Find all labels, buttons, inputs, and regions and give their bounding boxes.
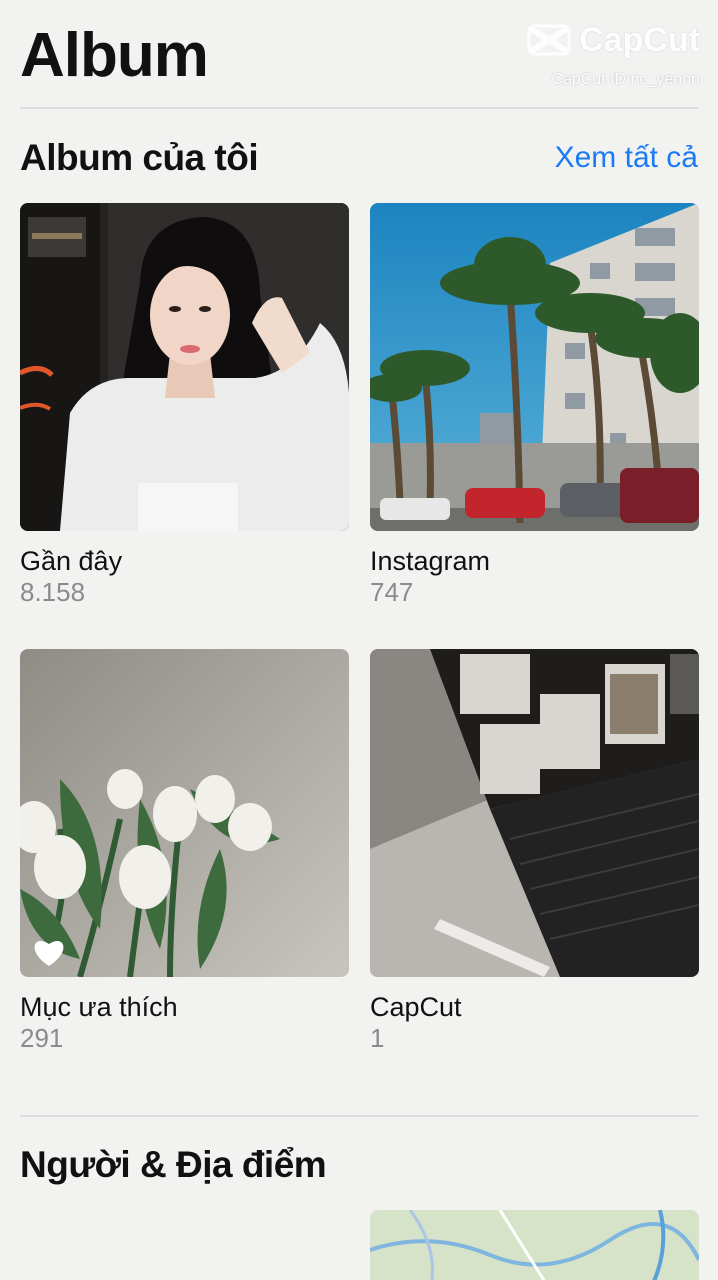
album-name: Mục ưa thích: [20, 992, 178, 1022]
album-thumbnail-capcut[interactable]: [370, 649, 699, 977]
people-places-title: Người & Địa điểm: [20, 1144, 327, 1185]
watermark-logo-row: CapCut: [510, 20, 700, 60]
album-thumbnail-favorites[interactable]: [20, 649, 349, 977]
album-count: 8.158: [20, 577, 86, 607]
album-tile-instagram[interactable]: Instagram 747: [370, 203, 699, 607]
page-title: Album: [20, 21, 209, 90]
album-name: CapCut: [370, 992, 462, 1022]
watermark-logo-text: CapCut: [579, 21, 700, 59]
album-count: 747: [370, 577, 414, 607]
album-tile-favorites[interactable]: Mục ưa thích 291: [20, 649, 349, 1053]
album-screen: Album CapCut CapCut ID:nc_yennn Album củ…: [0, 0, 718, 1280]
my-albums-title: Album của tôi: [20, 137, 259, 178]
album-count: 1: [370, 1023, 385, 1053]
laptop-photo: [370, 649, 699, 977]
see-all-link[interactable]: Xem tất cả: [555, 138, 698, 178]
capcut-watermark: CapCut CapCut ID:nc_yennn: [510, 20, 700, 90]
heart-icon: [34, 941, 64, 966]
album-count: 291: [20, 1023, 64, 1053]
portrait-photo: [20, 203, 349, 531]
album-name: Instagram: [370, 546, 491, 576]
watermark-id: CapCut ID:nc_yennn: [551, 71, 700, 88]
album-thumbnail-instagram[interactable]: [370, 203, 699, 531]
album-name: Gần đây: [20, 546, 123, 576]
header-divider: [20, 107, 698, 109]
album-tile-recent[interactable]: Gần đây 8.158: [20, 203, 349, 607]
album-tile-capcut[interactable]: CapCut 1: [370, 649, 699, 1053]
palm-trees-photo: [370, 203, 699, 531]
map-preview: [370, 1210, 699, 1280]
capcut-logo-icon: [527, 24, 571, 56]
tulips-photo: [20, 649, 349, 977]
album-thumbnail-recent[interactable]: [20, 203, 349, 531]
places-map-thumbnail[interactable]: [370, 1210, 699, 1280]
section-divider: [20, 1115, 698, 1117]
